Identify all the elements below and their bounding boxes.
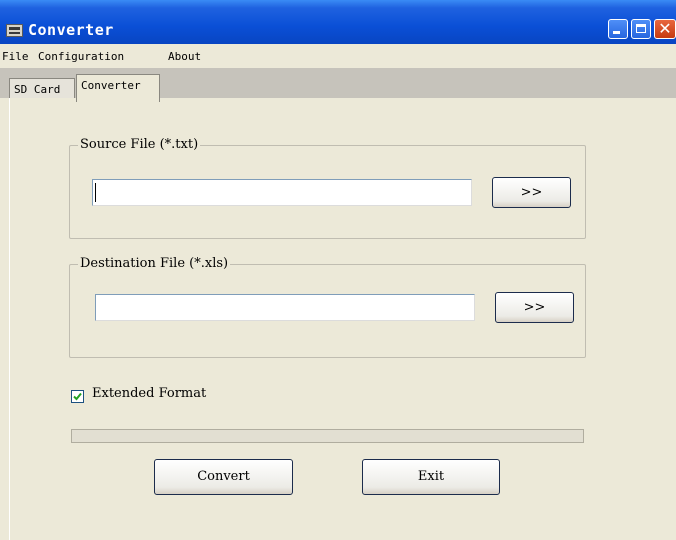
extended-format-label: Extended Format bbox=[92, 386, 207, 401]
title-bar[interactable]: Converter ✕ bbox=[0, 0, 676, 44]
app-window-icon bbox=[6, 24, 23, 37]
checkmark-icon bbox=[73, 392, 82, 401]
menu-about[interactable]: About bbox=[168, 50, 201, 63]
destination-file-input[interactable] bbox=[95, 294, 475, 321]
source-file-input[interactable] bbox=[92, 179, 472, 206]
menu-bar: File Configuration About bbox=[0, 44, 676, 68]
maximize-button[interactable] bbox=[631, 19, 651, 39]
source-file-legend: Source File (*.txt) bbox=[78, 137, 201, 152]
text-cursor bbox=[95, 183, 96, 202]
converter-window: Converter ✕ File Configuration About SD … bbox=[0, 0, 676, 540]
conversion-progress-bar bbox=[71, 429, 584, 443]
source-browse-button[interactable]: >> bbox=[492, 177, 571, 208]
menu-configuration[interactable]: Configuration bbox=[38, 50, 124, 63]
close-icon: ✕ bbox=[658, 19, 672, 38]
minimize-button[interactable] bbox=[608, 19, 628, 39]
convert-button[interactable]: Convert bbox=[154, 459, 293, 495]
exit-button[interactable]: Exit bbox=[362, 459, 500, 495]
menu-file[interactable]: File bbox=[2, 50, 29, 63]
extended-format-checkbox[interactable] bbox=[71, 390, 84, 403]
window-title: Converter bbox=[28, 21, 114, 39]
destination-file-legend: Destination File (*.xls) bbox=[78, 256, 231, 271]
close-button[interactable]: ✕ bbox=[654, 19, 676, 39]
tab-converter[interactable]: Converter bbox=[76, 74, 160, 102]
destination-browse-button[interactable]: >> bbox=[495, 292, 574, 323]
